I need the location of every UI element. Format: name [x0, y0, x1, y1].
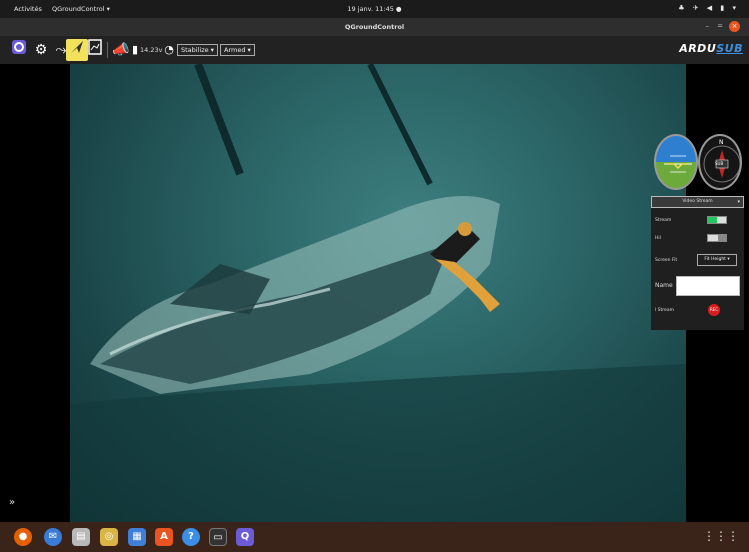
- analyze-icon[interactable]: [84, 39, 106, 61]
- video-stream-header[interactable]: Video Stream ▾: [651, 196, 744, 208]
- qgc-logo-icon[interactable]: [8, 39, 30, 61]
- video-stream[interactable]: [70, 64, 686, 522]
- stream-toggle-label: Stream: [655, 218, 672, 223]
- arm-state-dropdown[interactable]: Armed ▾: [220, 44, 255, 56]
- gnome-top-bar: Activités QGroundControl ▾ 19 janv. 11:4…: [0, 0, 749, 18]
- window-title-bar: QGroundControl – = ×: [0, 18, 749, 36]
- fly-view: N SUB Video Stream ▾ Stream Hil Screen F…: [0, 64, 749, 522]
- stream-toggle[interactable]: [707, 216, 727, 224]
- gear-icon[interactable]: ⚙: [30, 39, 52, 61]
- video-settings-panel: Video Stream ▾ Stream Hil Screen Fit Fit…: [651, 196, 744, 330]
- grid-toggle[interactable]: [707, 234, 727, 242]
- expand-icon[interactable]: »: [9, 497, 15, 508]
- chevron-down-icon: ▾: [737, 199, 740, 205]
- toolbar-separator: [107, 42, 108, 58]
- window-title: QGroundControl: [344, 23, 405, 31]
- flight-mode-dropdown[interactable]: Stabilize ▾: [177, 44, 218, 56]
- clock[interactable]: 19 janv. 11:45 ●: [0, 5, 749, 13]
- ubuntu-dock: ● ✉ ▤ ◎ ▦ A ? ▭ Q ⋮⋮⋮: [0, 522, 749, 552]
- screen-fit-dropdown[interactable]: Fit Height ▾: [697, 254, 737, 266]
- compass-heading-label: SUB: [715, 161, 724, 166]
- writer-icon[interactable]: ▦: [128, 528, 146, 546]
- minimize-button[interactable]: –: [706, 22, 710, 30]
- maximize-button[interactable]: =: [717, 22, 723, 30]
- compass-north-label: N: [719, 139, 724, 146]
- attitude-indicator: [654, 134, 698, 190]
- compass-indicator: N SUB: [698, 134, 742, 190]
- software-icon[interactable]: A: [155, 528, 173, 546]
- record-label: l Stream: [655, 308, 674, 313]
- firefox-icon[interactable]: ●: [14, 528, 32, 546]
- rhythmbox-icon[interactable]: ◎: [100, 528, 118, 546]
- screen-fit-label: Screen Fit: [655, 258, 678, 263]
- show-applications-icon[interactable]: ⋮⋮⋮: [703, 530, 739, 542]
- close-button[interactable]: ×: [729, 21, 740, 32]
- record-button[interactable]: REC: [708, 304, 720, 316]
- terminal-icon[interactable]: ▭: [209, 528, 227, 546]
- file-name-input[interactable]: [676, 276, 740, 296]
- ardusub-logo: ARDUSUB: [679, 42, 743, 55]
- grid-toggle-label: Hil: [655, 236, 661, 241]
- files-icon[interactable]: ▤: [72, 528, 90, 546]
- thunderbird-icon[interactable]: ✉: [44, 528, 62, 546]
- file-name-label: Name: [655, 282, 673, 289]
- system-tray[interactable]: ♣ ✈ ◀ ▮ ▾: [678, 4, 739, 12]
- qgroundcontrol-dock-icon[interactable]: Q: [236, 528, 254, 546]
- help-icon[interactable]: ?: [182, 528, 200, 546]
- qgc-toolbar: ⚙ ⤳ 📣 ▮ 14.23v ◔ Stabilize ▾ Armed ▾ ARD…: [0, 36, 749, 64]
